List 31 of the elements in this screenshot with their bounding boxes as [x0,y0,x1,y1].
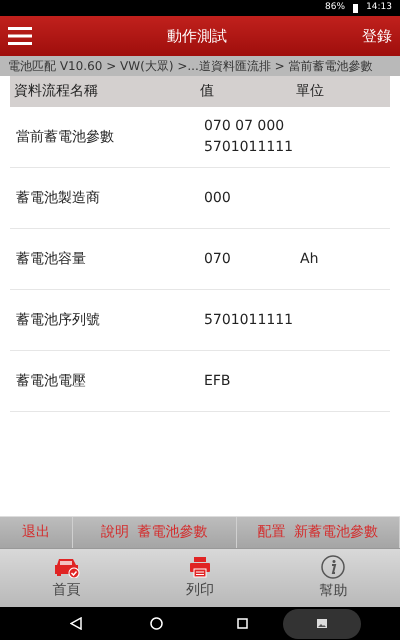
column-header: 資料流程名稱 [13,82,99,101]
nav-button[interactable]: 首頁 [0,549,134,607]
nav-button[interactable]: 幫助 [266,549,400,607]
printer-icon [188,556,211,578]
table-cell-text: 蓄電池序列號 [15,310,101,330]
home-icon[interactable] [150,617,163,630]
login-button[interactable]: 登錄 [362,24,392,48]
menu-icon[interactable] [8,27,32,45]
table-cell-text: 蓄電池電壓 [15,372,87,390]
table-cell-text: 蓄電池容量 [15,250,87,268]
battery-text: 86% [325,1,346,14]
table-cell-text: 5701011111 [204,310,294,330]
table-cell-text: 000 [204,188,232,208]
column-header: 值 [200,82,215,101]
column-header: 單位 [296,82,324,101]
app-pill[interactable] [283,608,361,638]
info-icon [321,554,346,578]
table-cell-text: Ah [300,250,318,268]
table-cell-text: 070 [204,250,232,268]
image-icon [317,619,327,628]
table-cell-text: 蓄電池製造商 [15,188,101,208]
nav-button[interactable]: 列印 [133,549,267,607]
time-text: 14:13 [366,1,392,14]
table-cell-text: EFB [204,372,232,390]
battery-icon [353,4,358,12]
table-cell-text: 當前蓄電池參數 [15,128,115,146]
recents-icon[interactable] [237,618,248,629]
header-title: 動作測試 [166,26,228,47]
back-icon[interactable] [70,617,82,630]
table-cell-text: 070 07 000 5701011111 [204,117,294,157]
breadcrumb: 電池匹配 V10.60 > VW(大眾) >...道資料匯流排 > 當前蓄電池參數 [0,56,400,76]
